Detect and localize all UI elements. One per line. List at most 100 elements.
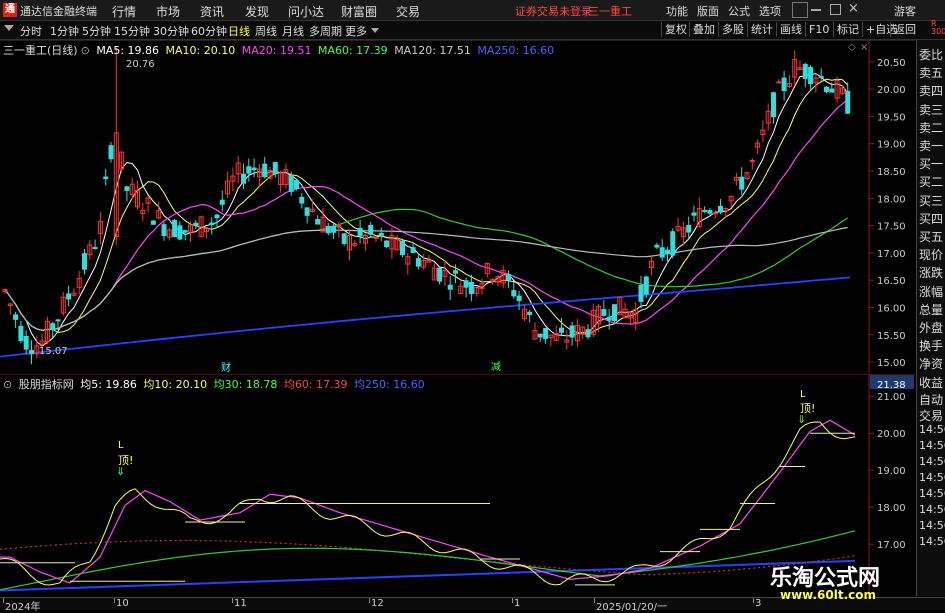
time-tick (512, 598, 513, 603)
candle-body (315, 219, 321, 225)
time-tick (232, 598, 233, 603)
more-chevron-down-icon[interactable] (371, 28, 379, 33)
maximize-icon[interactable] (830, 4, 841, 15)
candle-body (182, 230, 188, 233)
sidebar-bottom-item: 自动 (919, 393, 944, 407)
draw-line-button[interactable]: 画线 (776, 22, 805, 37)
sidebar-item: 买四 (919, 211, 944, 226)
candle-body (150, 220, 156, 225)
candle-body (702, 209, 708, 212)
finance-marker[interactable]: 财 (221, 359, 231, 374)
watermark-url: www.60lt.com (780, 588, 877, 602)
sidebar-item: 买二 (919, 175, 944, 190)
candle-body (824, 86, 829, 92)
candle-body (749, 159, 755, 162)
menu-trade[interactable]: 交易 (396, 3, 420, 20)
candle-body (569, 325, 575, 338)
candle-body (172, 220, 178, 238)
candle-body (845, 90, 851, 114)
candle-body (103, 176, 109, 180)
legend-ma60: MA60: 17.39 (317, 44, 388, 57)
candle-body (241, 173, 246, 184)
menu-options[interactable]: 选项 (759, 3, 781, 19)
menu-quotes[interactable]: 行情 (112, 3, 136, 20)
candle-body (691, 212, 697, 216)
legend-avg10: 均10: 20.10 (143, 378, 208, 391)
restore-rights-button[interactable]: 复权 (661, 22, 690, 37)
indicator-title[interactable]: 股朋指标网 (19, 378, 74, 391)
period-30min[interactable]: 30分钟 (153, 23, 189, 39)
legend-ma20: MA20: 19.51 (241, 44, 312, 57)
user-label[interactable]: 游客 (894, 3, 916, 19)
price-axis-label: 19.50 (877, 112, 906, 123)
time-label: 11 (234, 598, 247, 609)
top-prefix-label-2: L (800, 389, 806, 400)
login-notice[interactable]: 证券交易未登录 (515, 3, 592, 19)
candle-body (537, 333, 543, 338)
menu-layout[interactable]: 版面 (697, 3, 719, 19)
candle-body (718, 205, 723, 213)
sidebar-bottom-item: 14:56 (919, 535, 945, 548)
menu-formula[interactable]: 公式 (728, 3, 750, 19)
reduce-marker[interactable]: 减 (491, 358, 501, 373)
diamond-icon[interactable]: ◇ (848, 42, 856, 53)
menu-ask[interactable]: 问小达 (288, 3, 324, 20)
period-weekly[interactable]: 周线 (255, 23, 277, 39)
statistics-button[interactable]: 统计 (747, 22, 776, 37)
indicator-axis-label: 18.00 (877, 503, 906, 514)
toolbar-dropdown-icon[interactable] (4, 25, 14, 31)
period-daily[interactable]: 日线 (228, 23, 250, 39)
candle-body (638, 285, 644, 302)
candle-body (18, 325, 24, 342)
period-1min[interactable]: 1分钟 (50, 23, 79, 39)
menu-discover[interactable]: 发现 (245, 3, 269, 20)
price-axis-label: 17.00 (877, 249, 906, 260)
legend-collapse-icon[interactable]: ⊙ (81, 44, 90, 57)
period-monthly[interactable]: 月线 (282, 23, 304, 39)
mark-button[interactable]: 标记 (833, 22, 862, 37)
menu-wealth[interactable]: 财富圈 (341, 3, 377, 20)
candle-body (527, 311, 533, 315)
candle-body (251, 167, 257, 171)
candle-body (707, 210, 713, 214)
period-5min[interactable]: 5分钟 (82, 23, 111, 39)
candle-body (829, 88, 835, 93)
menu-function[interactable]: 功能 (666, 3, 688, 19)
candle-body (55, 319, 61, 322)
period-timeshare[interactable]: 分时 (20, 23, 42, 39)
close-panel-icon[interactable]: × (860, 42, 868, 53)
period-15min[interactable]: 15分钟 (114, 23, 150, 39)
minimize-icon[interactable] (811, 9, 821, 11)
period-more[interactable]: 更多 (345, 23, 367, 39)
sidebar-top-label: R 300 (931, 19, 945, 36)
sidebar-bottom-item: 14:56 (919, 439, 945, 452)
multi-stock-button[interactable]: 多股 (718, 22, 747, 37)
period-60min[interactable]: 60分钟 (191, 23, 227, 39)
sidebar-bottom-item: 14:56 (919, 455, 945, 468)
indicator-axis-label: 17.00 (877, 540, 906, 551)
main-chart-title[interactable]: 三一重工(日线) (3, 44, 78, 57)
candle-body (219, 199, 225, 205)
sidebar-bottom-item: 14:56 (919, 503, 945, 516)
close-icon[interactable]: × (848, 1, 859, 16)
sub-legend-collapse-icon[interactable]: ⊙ (3, 378, 12, 391)
sidebar-item: 现价 (919, 248, 944, 263)
menu-news[interactable]: 资讯 (200, 3, 224, 20)
overlay-button[interactable]: 叠加 (689, 22, 718, 37)
back-button[interactable]: 返回 (890, 22, 919, 37)
candle-body (272, 162, 278, 175)
candle-body (468, 281, 474, 294)
window-square-icon[interactable] (792, 2, 808, 18)
candle-body (214, 214, 220, 219)
kline-chart[interactable]: 20.50 20.00 19.50 19.00 18.50 18.00 17.50 17.00… (0, 40, 915, 373)
time-label: 2025/01/20/一 (596, 602, 668, 613)
f10-button[interactable]: F10 (805, 22, 832, 37)
period-multi[interactable]: 多周期 (309, 23, 342, 39)
menu-market[interactable]: 市场 (156, 3, 180, 20)
candle-body (606, 316, 612, 321)
sidebar-item: 卖三 (919, 102, 944, 117)
sidebar-item: 净资 (919, 357, 944, 372)
candle-body (670, 231, 676, 256)
candle-body (643, 276, 649, 295)
candle-body (776, 81, 782, 84)
